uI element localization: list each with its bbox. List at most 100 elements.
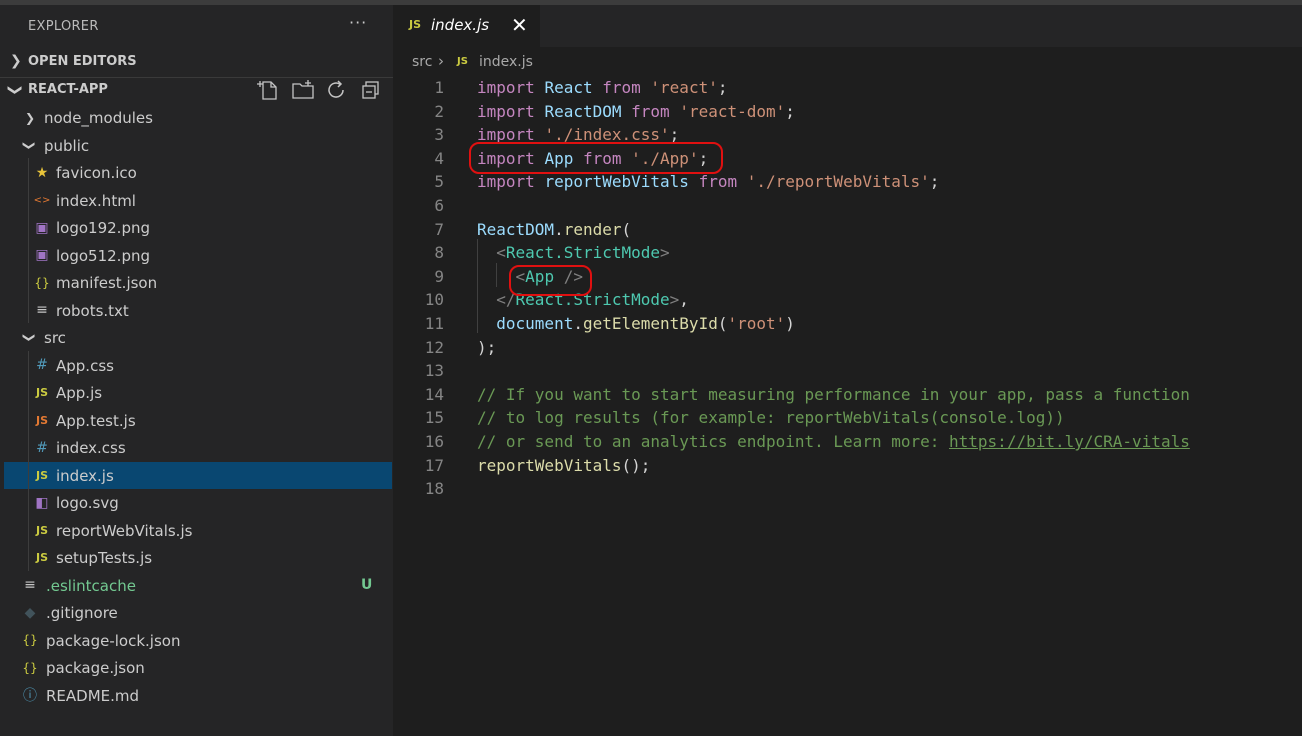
tree-item[interactable]: ❯ src [4, 324, 392, 351]
tree-item-label: reportWebVitals.js [56, 521, 193, 540]
code-token: , [679, 290, 689, 310]
tree-item[interactable]: ★ favicon.ico [4, 159, 392, 186]
line-number: 1 [434, 78, 444, 97]
tree-item[interactable]: {} package.json [4, 654, 392, 681]
code-line[interactable]: ); [477, 338, 496, 357]
code-line[interactable]: import React from 'react'; [477, 78, 727, 97]
code-token: ReactDOM [477, 219, 555, 239]
tree-item[interactable]: ≡ .eslintcache U [4, 572, 392, 599]
js-file-icon: JS [457, 56, 468, 67]
tree-item[interactable]: # index.css [4, 434, 392, 461]
tree-item[interactable]: {} package-lock.json [4, 627, 392, 654]
code-token: // to log results (for example: reportWe… [477, 408, 1065, 428]
line-number: 18 [424, 479, 444, 499]
code-link[interactable]: https://bit.ly/CRA-vitals [949, 432, 1190, 451]
code-token: ReactDOM [544, 101, 632, 121]
tree-item-label: logo512.png [56, 246, 150, 265]
tree-item[interactable]: JS setupTests.js [4, 544, 392, 571]
code-token: ; [717, 78, 728, 97]
code-token: import [477, 101, 545, 121]
line-number: 15 [424, 408, 444, 428]
collapse-all-icon[interactable] [359, 79, 383, 101]
tree-item[interactable]: ❯ node_modules [4, 104, 392, 131]
image-file-icon: ▣ [35, 219, 49, 236]
tree-item-label: .eslintcache [46, 576, 136, 595]
tree-item[interactable]: JS App.test.js [4, 407, 392, 434]
chevron-down-icon: ❯ [6, 84, 23, 96]
code-token: ; [929, 172, 940, 192]
tree-item-label: manifest.json [56, 274, 158, 292]
code-line[interactable]: ReactDOM.render( [477, 220, 631, 239]
json-file-icon: {} [22, 633, 38, 647]
tree-item[interactable]: JS reportWebVitals.js [4, 517, 392, 544]
project-section[interactable]: ❯ REACT-APP [0, 77, 393, 104]
code-token: 'react-dom' [679, 101, 786, 121]
tree-item[interactable]: # App.css [4, 352, 392, 379]
tree-item[interactable]: ⓘ README.md [4, 682, 392, 709]
tree-item[interactable]: ▣ logo512.png [4, 242, 392, 269]
code-token: (); [621, 455, 651, 475]
line-number: 2 [434, 101, 444, 121]
breadcrumb-folder[interactable]: src [412, 54, 432, 70]
explorer-title: EXPLORER [28, 19, 99, 34]
line-number: 7 [434, 219, 444, 239]
code-token: < [496, 243, 506, 263]
project-actions [257, 79, 383, 101]
line-number: 8 [434, 243, 444, 263]
line-number: 4 [434, 148, 444, 168]
tree-item[interactable]: JS index.js [4, 461, 392, 489]
new-folder-icon[interactable] [291, 79, 315, 101]
css-file-icon: # [36, 357, 48, 373]
code-line[interactable]: // or send to an analytics endpoint. Lea… [477, 432, 1190, 451]
tree-item[interactable]: <> index.html [4, 187, 392, 214]
code-line[interactable]: document.getElementById('root') [477, 314, 795, 333]
new-file-icon[interactable] [257, 79, 281, 101]
open-editors-section[interactable]: ❯ OPEN EDITORS [0, 49, 393, 76]
line-number: 13 [424, 361, 444, 381]
tree-item[interactable]: ◆ .gitignore [4, 599, 392, 626]
code-line[interactable]: import reportWebVitals from './reportWeb… [477, 172, 939, 191]
code-line[interactable]: // If you want to start measuring perfor… [477, 385, 1190, 404]
breadcrumb-file[interactable]: index.js [479, 54, 533, 70]
line-number: 14 [424, 384, 444, 404]
tree-item[interactable]: JS App.js [4, 379, 392, 406]
tree-item[interactable]: ◧ logo.svg [4, 489, 392, 516]
code-token: ); [477, 337, 497, 357]
annotation-highlight [509, 265, 592, 296]
code-token: 'root' [727, 314, 786, 333]
tree-item[interactable]: ≡ robots.txt [4, 297, 392, 324]
git-icon: ◆ [24, 604, 36, 621]
tree-item-label: node_modules [44, 109, 153, 127]
tree-item[interactable]: {} manifest.json [4, 269, 392, 296]
indent-guide [28, 158, 29, 323]
breadcrumb: src › JS index.js [393, 47, 1302, 75]
tree-item-label: logo.svg [56, 494, 119, 512]
image-file-icon: ▣ [35, 247, 49, 263]
tree-item-label: package-lock.json [46, 631, 181, 650]
text-file-icon: ≡ [24, 577, 36, 593]
tree-item[interactable]: ▣ logo192.png [4, 214, 392, 241]
tab-index-js[interactable]: JS index.js ✕ [393, 5, 540, 47]
code-line[interactable]: <React.StrictMode> [477, 243, 669, 263]
open-editors-label: OPEN EDITORS [28, 54, 137, 69]
json-file-icon: {} [34, 275, 50, 290]
tree-item[interactable]: ❯ public [4, 132, 392, 159]
code-token: render [563, 219, 622, 239]
chevron-right-icon: ❯ [24, 110, 36, 125]
js-file-icon: JS [35, 468, 48, 482]
code-line[interactable]: import ReactDOM from 'react-dom'; [477, 102, 795, 121]
line-number: 3 [434, 125, 444, 145]
code-line[interactable]: reportWebVitals(); [477, 456, 650, 475]
line-number: 12 [424, 337, 444, 357]
chevron-right-icon: ❯ [10, 53, 22, 69]
code-line[interactable]: // to log results (for example: reportWe… [477, 408, 1065, 427]
refresh-icon[interactable] [325, 79, 349, 101]
code-token: React [544, 78, 603, 97]
project-label: REACT-APP [28, 82, 108, 97]
code-token: 'react' [650, 78, 718, 97]
close-icon[interactable]: ✕ [511, 13, 528, 37]
code-editor[interactable]: 1 import React from 'react'; 2 import React… [393, 75, 1302, 736]
line-number: 11 [424, 314, 444, 333]
ellipsis-icon[interactable]: ··· [349, 13, 367, 32]
